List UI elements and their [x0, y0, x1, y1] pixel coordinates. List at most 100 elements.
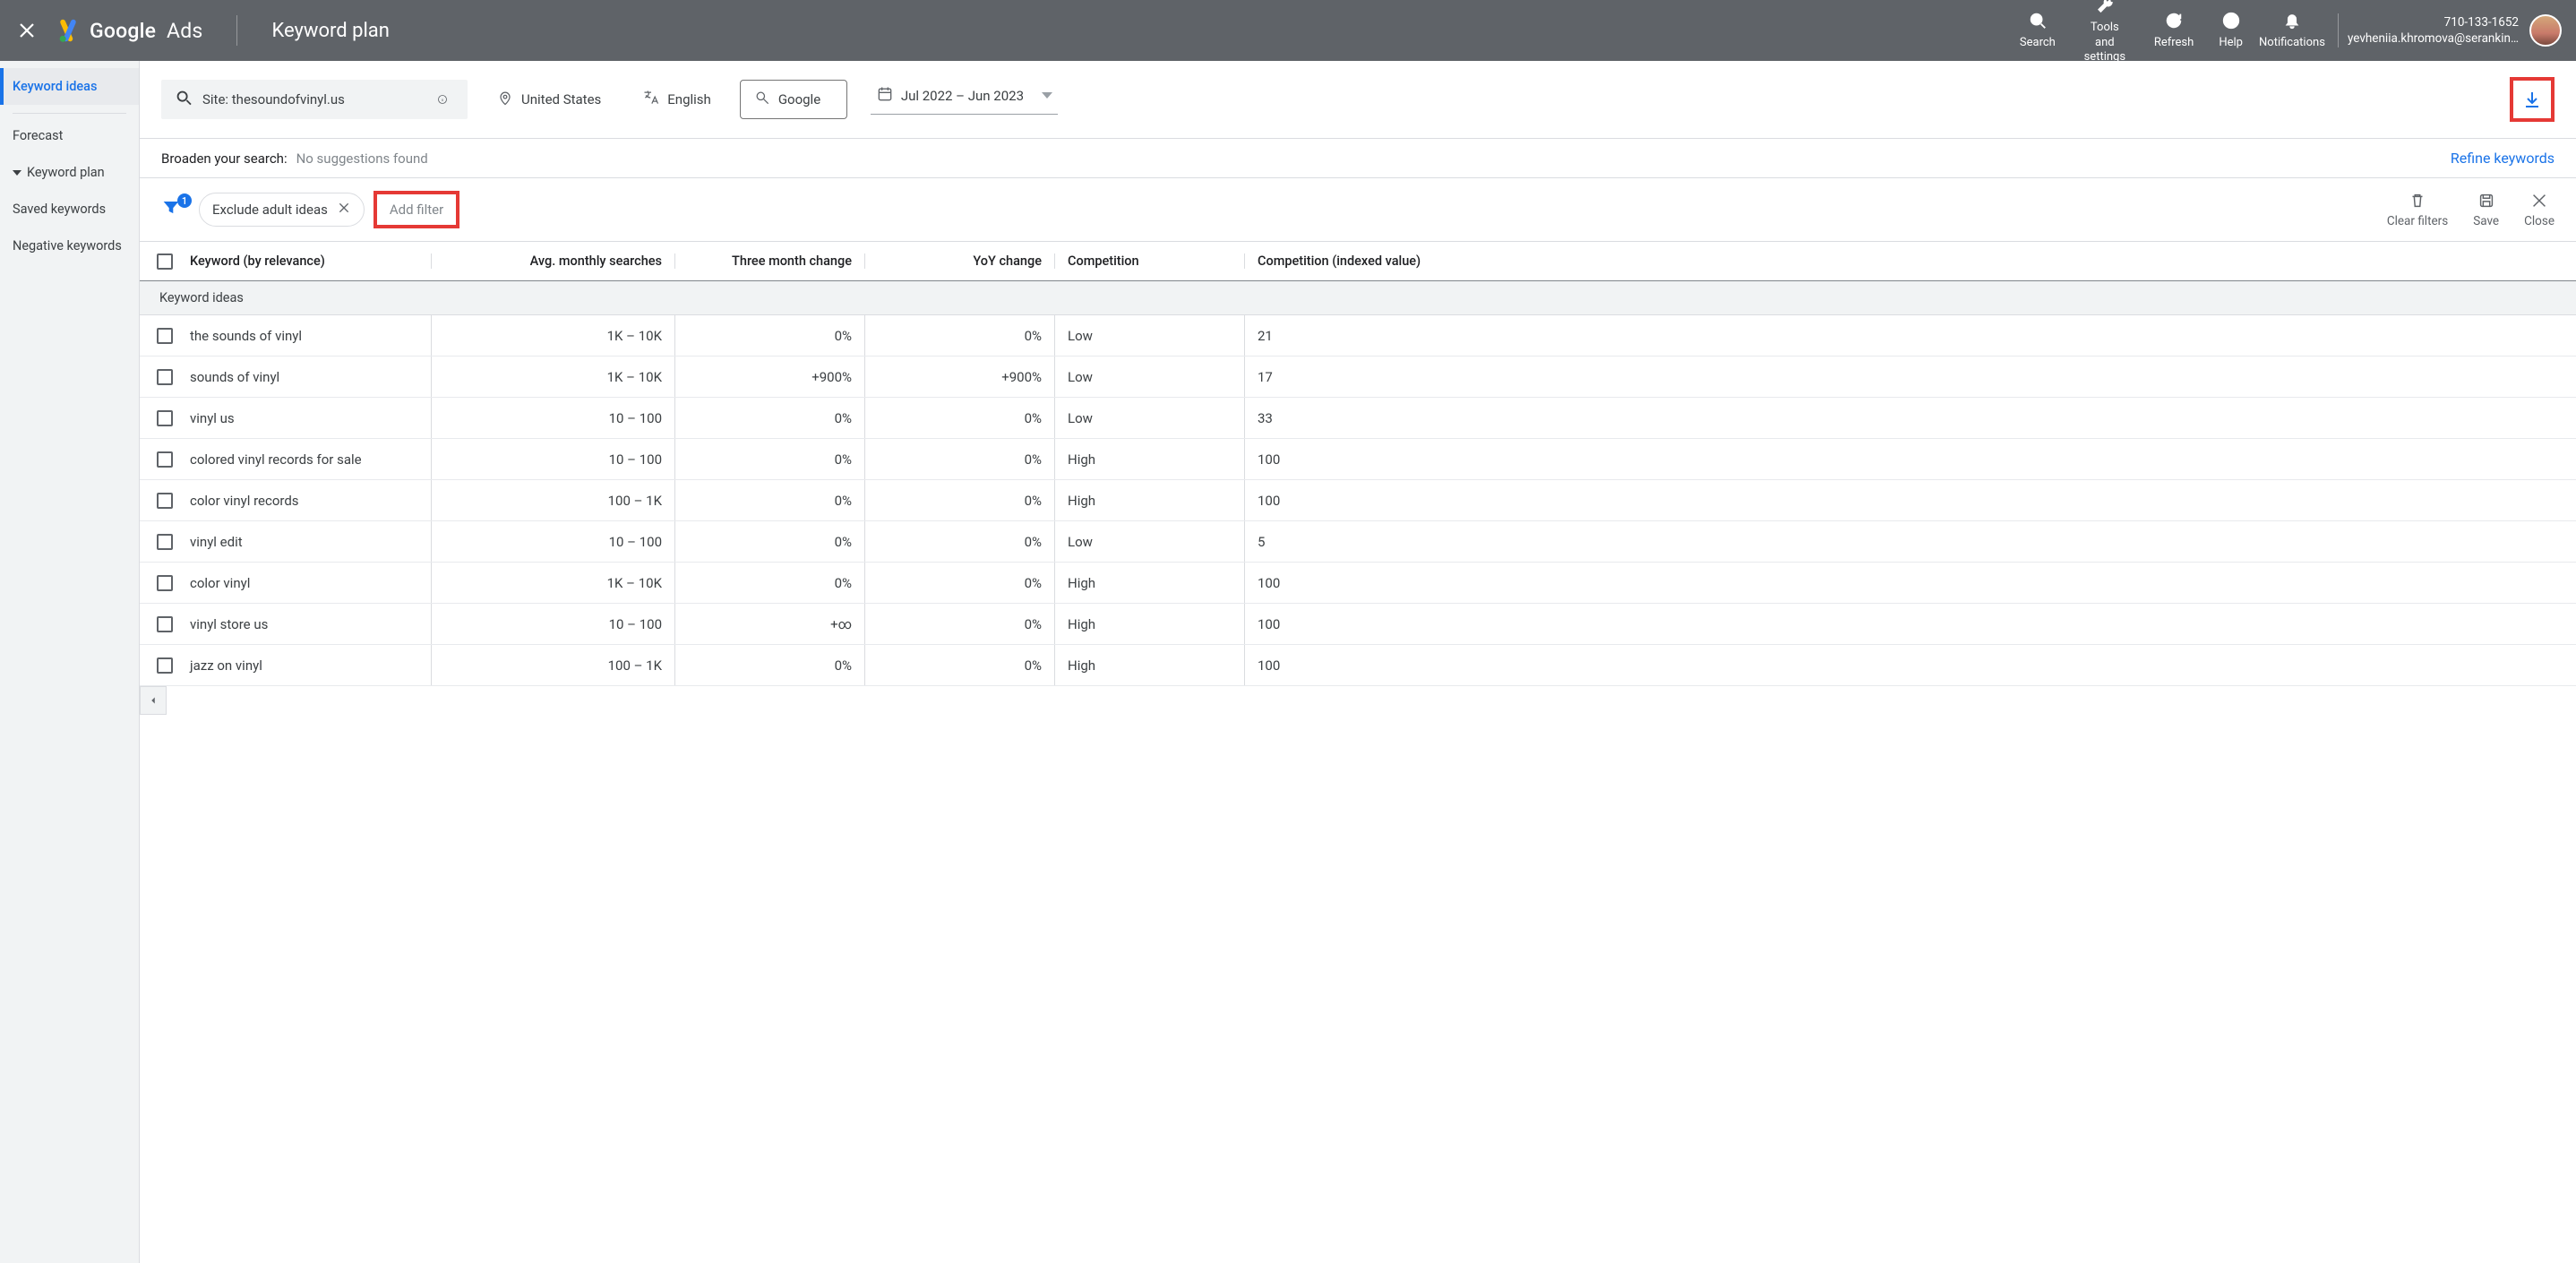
- row-checkbox[interactable]: [157, 493, 173, 509]
- cell-keyword: vinyl edit: [190, 534, 243, 550]
- row-checkbox[interactable]: [157, 657, 173, 674]
- close-icon[interactable]: [16, 20, 38, 41]
- cell-competition-index: 100: [1258, 575, 1280, 591]
- site-search-value: Site: thesoundofvinyl.us: [202, 91, 345, 107]
- sidebar-item-keyword-plan[interactable]: Keyword plan: [0, 154, 139, 191]
- top-refresh-button[interactable]: Refresh: [2142, 11, 2206, 50]
- calendar-icon: [876, 85, 894, 107]
- cell-competition-index: 33: [1258, 410, 1273, 426]
- cell-competition: Low: [1068, 410, 1093, 426]
- cell-keyword: vinyl us: [190, 410, 235, 426]
- site-search-box[interactable]: Site: thesoundofvinyl.us: [161, 80, 468, 119]
- cell-avg: 10 – 100: [609, 534, 662, 550]
- clear-filters-label: Clear filters: [2387, 214, 2448, 228]
- refine-keywords-link[interactable]: Refine keywords: [2451, 150, 2555, 167]
- row-checkbox[interactable]: [157, 575, 173, 591]
- clear-filters-button[interactable]: Clear filters: [2387, 191, 2448, 228]
- cell-competition: High: [1068, 451, 1095, 468]
- broaden-label: Broaden your search:: [161, 150, 288, 167]
- bell-icon: [2282, 11, 2302, 35]
- row-checkbox[interactable]: [157, 534, 173, 550]
- top-tools-button[interactable]: Tools and settings: [2068, 0, 2142, 64]
- location-label: United States: [521, 91, 601, 107]
- top-search-button[interactable]: Search: [2007, 11, 2068, 50]
- row-checkbox[interactable]: [157, 328, 173, 344]
- close-filters-button[interactable]: Close: [2524, 191, 2555, 228]
- cell-keyword: color vinyl: [190, 575, 250, 591]
- top-notifications-button[interactable]: Notifications: [2255, 11, 2329, 50]
- col-yoy[interactable]: YoY change: [973, 253, 1042, 269]
- cell-competition: Low: [1068, 328, 1093, 344]
- row-checkbox[interactable]: [157, 410, 173, 426]
- network-icon: [753, 89, 771, 110]
- table-row[interactable]: vinyl store us10 – 100+∞0%High100: [140, 604, 2576, 645]
- col-three-month[interactable]: Three month change: [732, 253, 852, 269]
- avatar[interactable]: [2529, 14, 2562, 47]
- top-help-button[interactable]: Help: [2206, 11, 2255, 50]
- date-range-label: Jul 2022 – Jun 2023: [901, 88, 1024, 104]
- row-checkbox[interactable]: [157, 616, 173, 632]
- cell-three-month: 0%: [835, 657, 852, 674]
- network-label: Google: [778, 91, 820, 107]
- close-icon: [2529, 191, 2549, 214]
- col-competition[interactable]: Competition: [1068, 253, 1139, 269]
- table-row[interactable]: jazz on vinyl100 – 1K0%0%High100: [140, 645, 2576, 686]
- sidebar-item-forecast[interactable]: Forecast: [0, 117, 139, 154]
- network-chip[interactable]: Google: [740, 80, 847, 119]
- table-row[interactable]: vinyl edit10 – 1000%0%Low5: [140, 521, 2576, 563]
- cell-avg: 100 – 1K: [608, 657, 662, 674]
- select-all-checkbox[interactable]: [157, 253, 173, 270]
- row-checkbox[interactable]: [157, 451, 173, 468]
- table-row[interactable]: color vinyl records100 – 1K0%0%High100: [140, 480, 2576, 521]
- cell-yoy: 0%: [1025, 575, 1042, 591]
- save-label: Save: [2473, 214, 2499, 228]
- cell-competition-index: 100: [1258, 493, 1280, 509]
- save-icon: [2477, 191, 2496, 214]
- download-button[interactable]: [2510, 77, 2555, 122]
- cell-competition-index: 21: [1258, 328, 1273, 344]
- trash-icon: [2408, 191, 2427, 214]
- col-keyword[interactable]: Keyword (by relevance): [190, 253, 325, 269]
- cell-avg: 1K – 10K: [607, 369, 662, 385]
- date-range-picker[interactable]: Jul 2022 – Jun 2023: [871, 85, 1058, 115]
- topbar-divider: [2338, 13, 2339, 47]
- sidebar-item-keyword-ideas[interactable]: Keyword ideas: [0, 68, 139, 105]
- account-id: 710-133-1652: [2444, 14, 2519, 30]
- table-row[interactable]: color vinyl1K – 10K0%0%High100: [140, 563, 2576, 604]
- caret-down-icon: [13, 170, 21, 176]
- table-row[interactable]: sounds of vinyl1K – 10K+900%+900%Low17: [140, 357, 2576, 398]
- filter-pill-exclude-adult[interactable]: Exclude adult ideas: [199, 193, 365, 227]
- translate-icon: [642, 89, 660, 110]
- wrench-icon: [2095, 0, 2115, 21]
- language-chip[interactable]: English: [630, 80, 724, 119]
- cell-three-month: 0%: [835, 493, 852, 509]
- col-competition-index[interactable]: Competition (indexed value): [1258, 253, 1421, 269]
- save-button[interactable]: Save: [2473, 191, 2499, 228]
- cell-yoy: 0%: [1025, 534, 1042, 550]
- location-chip[interactable]: United States: [484, 80, 614, 119]
- cell-avg: 1K – 10K: [607, 575, 662, 591]
- filter-icon[interactable]: 1: [161, 197, 186, 222]
- cell-competition: Low: [1068, 534, 1093, 550]
- top-tools-label: Tools and settings: [2081, 21, 2129, 64]
- table-row[interactable]: vinyl us10 – 1000%0%Low33: [140, 398, 2576, 439]
- sidebar: Keyword ideas Forecast Keyword plan Save…: [0, 61, 140, 1263]
- sidebar-item-negative-keywords[interactable]: Negative keywords: [0, 228, 139, 264]
- cell-keyword: the sounds of vinyl: [190, 328, 302, 344]
- table-row[interactable]: the sounds of vinyl1K – 10K0%0%Low21: [140, 315, 2576, 357]
- scroll-left-button[interactable]: [140, 686, 167, 715]
- refresh-icon: [2164, 11, 2184, 35]
- row-checkbox[interactable]: [157, 369, 173, 385]
- cell-three-month: +∞: [830, 616, 852, 632]
- cell-keyword: colored vinyl records for sale: [190, 451, 362, 468]
- cell-avg: 100 – 1K: [608, 493, 662, 509]
- remove-filter-icon[interactable]: [337, 201, 351, 219]
- info-icon[interactable]: [437, 90, 457, 109]
- table-row[interactable]: colored vinyl records for sale10 – 1000%…: [140, 439, 2576, 480]
- top-notifications-label: Notifications: [2259, 36, 2325, 50]
- sidebar-item-saved-keywords[interactable]: Saved keywords: [0, 191, 139, 228]
- help-icon: [2221, 11, 2241, 35]
- col-avg[interactable]: Avg. monthly searches: [530, 253, 662, 269]
- add-filter-button[interactable]: Add filter: [374, 191, 459, 228]
- account-info[interactable]: 710-133-1652 yevheniia.khromova@serankin…: [2348, 14, 2529, 47]
